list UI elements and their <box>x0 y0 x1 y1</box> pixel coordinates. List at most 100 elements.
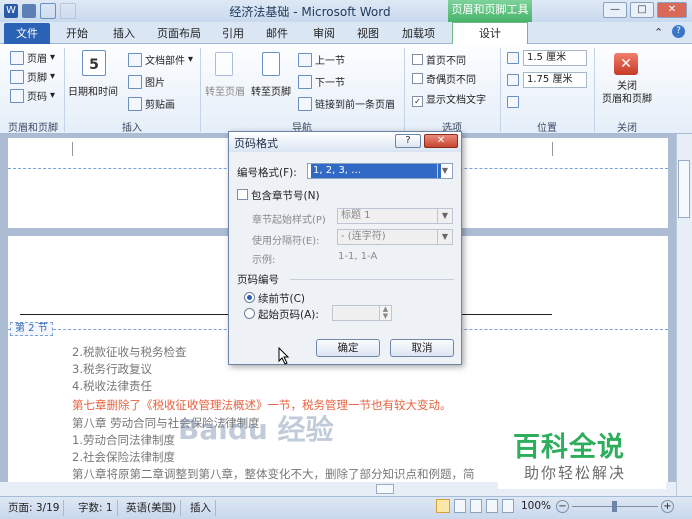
goto-footer-button[interactable]: 转至页脚 <box>251 83 291 98</box>
header-button[interactable]: 页眉 ▾ <box>10 50 55 65</box>
full-screen-view-icon[interactable] <box>454 499 466 513</box>
chevron-down-icon: ▼ <box>437 164 452 178</box>
redo-icon[interactable] <box>60 3 76 19</box>
next-section-button[interactable]: 下一节 <box>298 74 345 89</box>
chapter-style-select[interactable]: 标题 1 ▼ <box>337 208 453 224</box>
different-first-page-checkbox[interactable]: 首页不同 <box>412 52 466 67</box>
goto-header-icon <box>215 52 233 76</box>
chapter-style-label: 章节起始样式(P) <box>252 215 326 226</box>
footer-position-icon <box>507 74 519 86</box>
watermark-subtitle: 助你轻松解决 <box>524 464 627 482</box>
tab-home[interactable]: 开始 <box>66 24 88 44</box>
separator-label: 使用分隔符(E): <box>252 236 320 247</box>
chevron-down-icon: ▼ <box>437 209 452 223</box>
section-tag: 第 2 节 <box>10 322 53 336</box>
context-tool-group: 页眉和页脚工具 <box>448 0 532 22</box>
group-label-close: 关闭 <box>617 123 637 134</box>
tab-references[interactable]: 引用 <box>222 24 244 44</box>
horizontal-scroll-thumb[interactable] <box>376 484 394 494</box>
group-label-position: 位置 <box>537 123 557 134</box>
document-line[interactable]: 2.税款征收与税务检查 <box>72 344 186 360</box>
document-line[interactable]: 1.劳动合同法律制度 <box>72 432 175 448</box>
header-position-spinner[interactable]: 1.5 厘米 <box>523 50 587 66</box>
close-window-button[interactable]: ✕ <box>657 2 687 18</box>
quick-access-toolbar: W <box>4 3 88 19</box>
close-header-footer-icon[interactable]: ✕ <box>614 53 638 75</box>
example-label: 示例: <box>252 255 276 266</box>
draft-view-icon[interactable] <box>502 499 514 513</box>
clip-art-button[interactable]: 剪贴画 <box>128 96 175 111</box>
document-line[interactable]: 3.税务行政复议 <box>72 361 152 377</box>
separator-select[interactable]: - (连字符) ▼ <box>337 229 453 245</box>
page-numbering-label: 页码编号 <box>237 274 279 286</box>
picture-icon <box>128 74 142 89</box>
continue-previous-radio[interactable]: 续前节(C) <box>244 291 305 306</box>
insert-alignment-tab-icon[interactable] <box>507 96 519 108</box>
footer-position-spinner[interactable]: 1.75 厘米 <box>523 72 587 88</box>
minimize-button[interactable]: — <box>603 2 627 18</box>
different-odd-even-checkbox[interactable]: 奇偶页不同 <box>412 71 476 86</box>
tab-page-layout[interactable]: 页面布局 <box>157 24 201 44</box>
page-number-icon <box>10 88 24 103</box>
status-page[interactable]: 页面: 3/19 <box>4 500 65 516</box>
zoom-in-icon[interactable]: + <box>661 500 674 513</box>
word-logo-icon[interactable]: W <box>4 4 18 18</box>
number-format-label: 编号格式(F): <box>237 167 297 179</box>
tab-design[interactable]: 设计 <box>452 22 528 45</box>
document-line[interactable]: 第八章将原第二章调整到第八章，整体变化不大，删除了部分知识点和例题，简 <box>72 466 475 482</box>
page-number-button[interactable]: 页码 ▾ <box>10 88 55 103</box>
start-at-spinner[interactable]: ▲ ▼ <box>379 305 392 321</box>
link-to-previous-button[interactable]: 链接到前一条页眉 <box>298 96 395 111</box>
tab-review[interactable]: 审阅 <box>313 24 335 44</box>
tab-mailings[interactable]: 邮件 <box>266 24 288 44</box>
save-icon[interactable] <box>22 4 36 18</box>
tab-insert[interactable]: 插入 <box>113 24 135 44</box>
example-value: 1-1, 1-A <box>338 251 378 262</box>
previous-section-button[interactable]: 上一节 <box>298 52 345 67</box>
include-chapter-checkbox[interactable]: 包含章节号(N) <box>237 188 320 203</box>
footer-icon <box>10 69 24 84</box>
dialog-title: 页码格式 <box>234 137 278 150</box>
cancel-button[interactable]: 取消 <box>390 339 454 357</box>
header-icon <box>10 50 24 65</box>
margin-mark <box>552 142 553 156</box>
vertical-scroll-thumb[interactable] <box>678 160 690 218</box>
margin-mark <box>72 142 73 156</box>
customize-qat-icon[interactable] <box>80 4 88 18</box>
tab-view[interactable]: 视图 <box>357 24 379 44</box>
date-time-button[interactable]: 日期和时间 <box>68 83 118 98</box>
document-line[interactable]: 4.税收法律责任 <box>72 378 152 394</box>
status-word-count[interactable]: 字数: 1 <box>74 500 118 516</box>
zoom-level[interactable]: 100% <box>521 500 551 512</box>
window-title: 经济法基础 - Microsoft Word <box>229 5 391 19</box>
clip-art-icon <box>128 96 142 111</box>
doc-parts-button[interactable]: 文档部件 ▾ <box>128 52 193 67</box>
undo-icon[interactable] <box>40 3 56 19</box>
show-document-text-checkbox[interactable]: ✓ 显示文档文字 <box>412 91 486 107</box>
number-format-select[interactable]: 1, 2, 3, … ▼ <box>307 163 453 179</box>
ok-button[interactable]: 确定 <box>316 339 380 357</box>
close-header-footer-button[interactable]: 关闭 页眉和页脚 <box>600 80 654 106</box>
link-icon <box>298 96 312 111</box>
dialog-help-button[interactable]: ? <box>395 134 421 148</box>
tab-file[interactable]: 文件 <box>4 23 50 44</box>
print-layout-view-icon[interactable] <box>436 499 450 513</box>
dialog-close-button[interactable]: ✕ <box>424 134 458 148</box>
goto-header-button[interactable]: 转至页眉 <box>205 83 245 98</box>
date-time-icon[interactable]: 5 <box>82 50 106 76</box>
document-line[interactable]: 2.社会保险法律制度 <box>72 449 175 465</box>
help-caret-icon[interactable]: ⌃ <box>654 26 663 39</box>
status-language[interactable]: 英语(美国) <box>122 500 182 516</box>
web-layout-view-icon[interactable] <box>470 499 482 513</box>
ribbon-tab-row <box>0 22 692 44</box>
zoom-slider-thumb[interactable] <box>612 501 617 512</box>
help-icon[interactable]: ? <box>672 25 685 38</box>
tab-addins[interactable]: 加载项 <box>402 24 435 44</box>
outline-view-icon[interactable] <box>486 499 498 513</box>
status-insert-mode[interactable]: 插入 <box>186 500 216 516</box>
zoom-out-icon[interactable]: − <box>556 500 569 513</box>
picture-button[interactable]: 图片 <box>128 74 165 89</box>
maximize-button[interactable]: □ <box>630 2 654 18</box>
start-at-radio[interactable]: 起始页码(A): <box>244 307 319 322</box>
footer-button[interactable]: 页脚 ▾ <box>10 69 55 84</box>
